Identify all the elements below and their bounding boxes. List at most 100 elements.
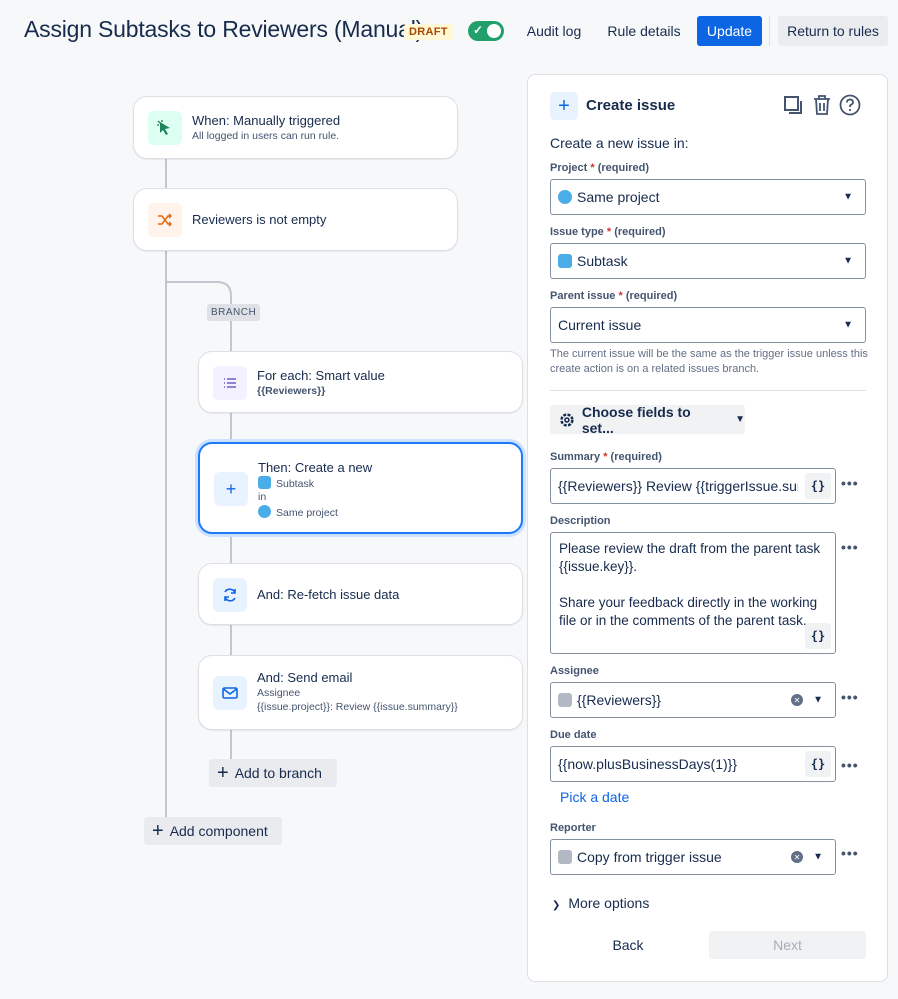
connector xyxy=(230,412,232,442)
update-button[interactable]: Update xyxy=(697,16,762,46)
list-icon xyxy=(213,366,247,400)
connector xyxy=(230,624,232,656)
choose-fields-button[interactable]: Choose fields to set... ▼ xyxy=(550,404,745,436)
due-date-input[interactable]: {{now.plusBusinessDays(1)}} {} xyxy=(550,746,836,782)
more-options-toggle[interactable]: ❯ More options xyxy=(552,895,649,911)
connector xyxy=(230,534,232,564)
chevron-down-icon: ▼ xyxy=(843,191,853,203)
issue-type-label: Issue type * (required) xyxy=(550,226,666,238)
smart-value-button[interactable]: {} xyxy=(805,473,831,499)
description-textarea[interactable]: Please review the draft from the parent … xyxy=(550,532,836,654)
assignee-more-button[interactable]: ••• xyxy=(841,689,859,705)
chevron-down-icon: ▼ xyxy=(813,851,823,863)
pick-date-link[interactable]: Pick a date xyxy=(560,789,629,805)
issue-type-select[interactable]: Subtask ▼ xyxy=(550,243,866,279)
trigger-title: When: Manually triggered xyxy=(192,113,341,128)
trash-icon[interactable] xyxy=(811,94,833,116)
chevron-right-icon: ❯ xyxy=(552,900,561,911)
panel-subtitle: Create a new issue in: xyxy=(550,135,689,151)
page-title: Assign Subtasks to Reviewers (Manual) xyxy=(24,16,424,42)
for-each-card[interactable]: For each: Smart value {{Reviewers}} xyxy=(198,351,523,413)
toggle-knob xyxy=(487,24,501,38)
create-issue-panel: + Create issue Create a new issue in: Pr… xyxy=(527,74,888,982)
mail-icon xyxy=(213,676,247,710)
check-icon: ✓ xyxy=(473,23,484,37)
description-more-button[interactable]: ••• xyxy=(841,539,859,555)
due-date-label: Due date xyxy=(550,729,597,741)
user-avatar-icon xyxy=(558,693,572,707)
condition-card[interactable]: Reviewers is not empty xyxy=(133,188,458,251)
add-component-button[interactable]: + Add component xyxy=(144,817,282,845)
divider xyxy=(550,390,866,391)
plus-icon: + xyxy=(550,92,578,120)
create-in: in xyxy=(258,491,267,503)
project-label: Project * (required) xyxy=(550,162,650,174)
reporter-select[interactable]: Copy from trigger issue ✕ ▼ xyxy=(550,839,836,875)
branch-tag: BRANCH xyxy=(207,304,261,321)
assignee-label: Assignee xyxy=(550,665,599,677)
trigger-card[interactable]: When: Manually triggered All logged in u… xyxy=(133,96,458,159)
clear-icon[interactable]: ✕ xyxy=(791,851,803,863)
create-issue-card[interactable]: + Then: Create a new Subtask in Same pro… xyxy=(198,442,523,534)
project-avatar-icon xyxy=(258,505,271,518)
project-avatar-icon xyxy=(558,190,572,204)
due-date-more-button[interactable]: ••• xyxy=(841,757,859,773)
send-email-card[interactable]: And: Send email Assignee {{issue.project… xyxy=(198,655,523,730)
plus-icon: + xyxy=(217,762,229,784)
parent-issue-select[interactable]: Current issue ▼ xyxy=(550,307,866,343)
add-to-branch-button[interactable]: + Add to branch xyxy=(209,759,337,787)
email-line1: Assignee xyxy=(257,687,301,699)
clear-icon[interactable]: ✕ xyxy=(791,694,803,706)
plus-icon: + xyxy=(152,820,164,842)
project-select[interactable]: Same project ▼ xyxy=(550,179,866,215)
connector xyxy=(230,320,232,352)
parent-issue-label: Parent issue * (required) xyxy=(550,290,678,302)
duplicate-icon[interactable] xyxy=(782,94,804,116)
email-line2: {{issue.project}}: Review {{issue.summar… xyxy=(257,701,458,713)
back-button[interactable]: Back xyxy=(596,931,660,959)
chevron-down-icon: ▼ xyxy=(843,319,853,331)
rule-details-button[interactable]: Rule details xyxy=(600,16,688,46)
user-avatar-icon xyxy=(558,850,572,864)
subtask-icon xyxy=(258,476,271,489)
create-project-line: Same project xyxy=(258,505,338,519)
condition-title: Reviewers is not empty xyxy=(192,212,327,227)
email-title: And: Send email xyxy=(257,670,353,685)
chevron-down-icon: ▼ xyxy=(735,414,745,425)
refetch-card[interactable]: And: Re-fetch issue data xyxy=(198,563,523,625)
assignee-select[interactable]: {{Reviewers}} ✕ ▼ xyxy=(550,682,836,718)
next-button[interactable]: Next xyxy=(709,931,866,959)
create-type-line: Subtask xyxy=(258,476,314,490)
connector xyxy=(230,729,232,761)
connector xyxy=(165,250,167,822)
connector xyxy=(165,158,167,190)
summary-label: Summary * (required) xyxy=(550,451,662,463)
shuffle-icon xyxy=(148,203,182,237)
for-each-subtitle: {{Reviewers}} xyxy=(257,385,326,397)
description-label: Description xyxy=(550,515,611,527)
refetch-title: And: Re-fetch issue data xyxy=(257,587,400,602)
cursor-click-icon xyxy=(148,111,182,145)
chevron-down-icon: ▼ xyxy=(813,694,823,706)
parent-issue-helper: The current issue will be the same as th… xyxy=(550,348,868,375)
summary-more-button[interactable]: ••• xyxy=(841,475,859,491)
plus-icon: + xyxy=(214,472,248,506)
help-icon[interactable] xyxy=(839,94,861,116)
smart-value-button[interactable]: {} xyxy=(805,623,831,649)
gear-icon xyxy=(560,412,574,427)
enable-toggle[interactable]: ✓ xyxy=(468,21,504,41)
header-divider xyxy=(769,16,770,46)
header: Assign Subtasks to Reviewers (Manual) DR… xyxy=(0,0,898,62)
audit-log-button[interactable]: Audit log xyxy=(518,16,590,46)
summary-input[interactable]: {{Reviewers}} Review {{triggerIssue.summ… xyxy=(550,468,836,504)
return-to-rules-button[interactable]: Return to rules xyxy=(778,16,888,46)
subtask-icon xyxy=(558,254,572,268)
refresh-icon xyxy=(213,578,247,612)
trigger-subtitle: All logged in users can run rule. xyxy=(192,130,340,142)
panel-title: Create issue xyxy=(586,97,676,114)
chevron-down-icon: ▼ xyxy=(843,255,853,267)
for-each-title: For each: Smart value xyxy=(257,368,385,383)
draft-badge: DRAFT xyxy=(404,24,453,40)
smart-value-button[interactable]: {} xyxy=(805,751,831,777)
reporter-more-button[interactable]: ••• xyxy=(841,845,859,861)
